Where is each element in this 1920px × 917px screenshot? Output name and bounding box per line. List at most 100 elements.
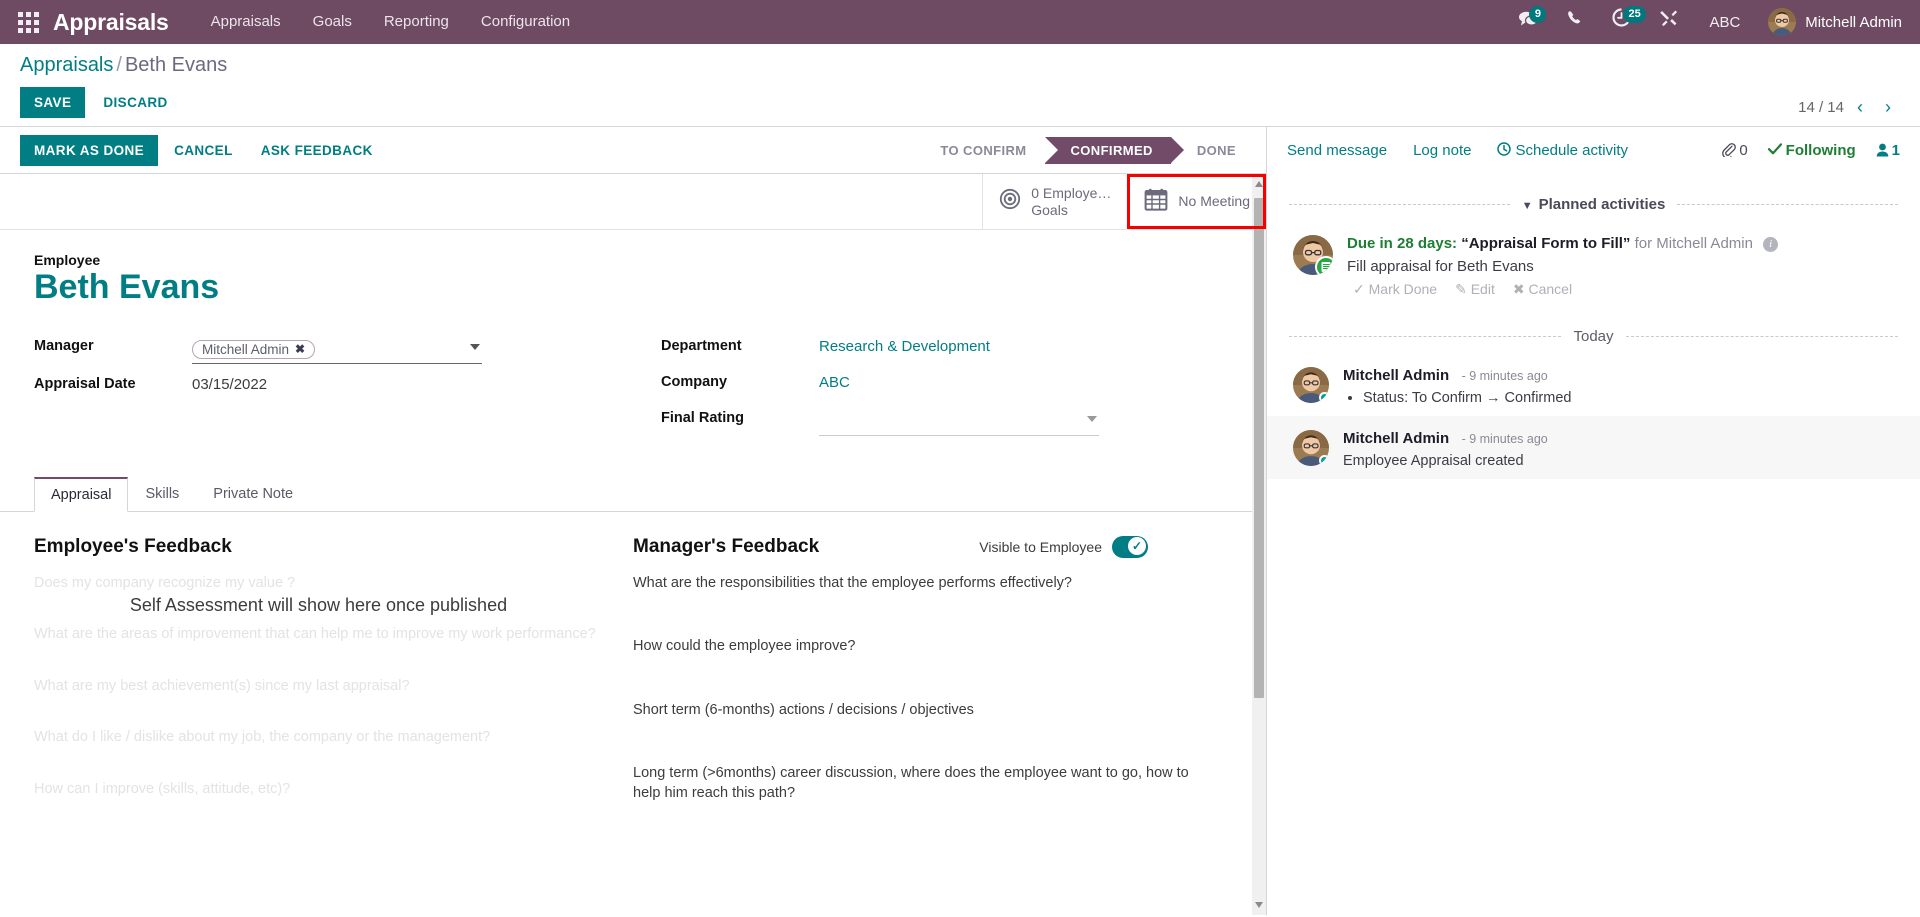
company-switcher[interactable]: ABC (1695, 14, 1754, 31)
activity-body: Due in 28 days: “Appraisal Form to Fill”… (1347, 235, 1898, 298)
chatter-message: Mitchell Admin - 9 minutes ago Employee … (1267, 416, 1920, 479)
form-sheet: 0 Employe… Goals No Meeting Employee Bet… (0, 174, 1266, 848)
workflow-buttons: MARK AS DONE CANCEL ASK FEEDBACK (20, 134, 385, 166)
visible-to-employee-toggle[interactable] (1112, 535, 1148, 558)
tools-wrench-icon[interactable] (1648, 0, 1689, 44)
attachment-count: 0 (1739, 141, 1748, 159)
avatar (1293, 367, 1329, 403)
company-link[interactable]: ABC (819, 374, 850, 391)
menu-appraisals[interactable]: Appraisals (195, 0, 297, 44)
manager-feedback-title: Manager's Feedback (633, 535, 820, 557)
activities-clock-icon[interactable]: 25 (1601, 0, 1646, 44)
menu-reporting[interactable]: Reporting (368, 0, 465, 44)
message-time-value: 9 minutes ago (1469, 432, 1548, 446)
user-icon (1876, 143, 1888, 156)
smart-button-label: 0 Employe… Goals (1031, 185, 1111, 217)
tab-appraisal[interactable]: Appraisal (34, 476, 129, 512)
menu-configuration[interactable]: Configuration (465, 0, 586, 44)
employee-feedback-ghost-1: Does my company recognize my value ? (34, 574, 296, 591)
form-columns: Manager Mitchell Admin ✖ Appraisal Date … (34, 334, 1232, 444)
chevron-down-icon[interactable] (470, 343, 480, 350)
divider-line-right (1625, 336, 1898, 337)
online-status-dot (1319, 455, 1329, 466)
tab-skills[interactable]: Skills (128, 477, 196, 512)
activity-cancel-button[interactable]: ✖ Cancel (1513, 281, 1572, 298)
activity-mark-done-button[interactable]: ✓ Mark Done (1353, 281, 1437, 298)
schedule-activity-button[interactable]: Schedule activity (1497, 142, 1628, 159)
tab-private-note[interactable]: Private Note (196, 477, 310, 512)
field-manager: Manager Mitchell Admin ✖ (34, 334, 633, 364)
final-rating-select[interactable] (819, 410, 1099, 436)
followers-button[interactable]: 1 (1876, 142, 1900, 159)
navbar-right: 9 25 ABC Mitchell Admin (1507, 0, 1902, 44)
manager-question-3[interactable]: Short term (6-months) actions / decision… (633, 701, 1208, 721)
pager-previous-icon[interactable]: ‹ (1848, 96, 1872, 118)
followers-count: 1 (1891, 141, 1900, 159)
discard-button[interactable]: DISCARD (91, 87, 179, 118)
pager-next-icon[interactable]: › (1876, 96, 1900, 118)
breadcrumb-root[interactable]: Appraisals (20, 54, 113, 76)
phone-icon[interactable] (1555, 0, 1595, 44)
stage-to-confirm[interactable]: TO CONFIRM (914, 136, 1045, 164)
schedule-activity-label: Schedule activity (1515, 141, 1629, 159)
department-link[interactable]: Research & Development (819, 338, 990, 355)
manager-input[interactable]: Mitchell Admin ✖ (192, 338, 482, 364)
app-brand[interactable]: Appraisals (53, 9, 169, 36)
edit-label: Edit (1470, 281, 1495, 297)
manager-tag[interactable]: Mitchell Admin ✖ (192, 339, 316, 359)
employee-feedback-title: Employee's Feedback (34, 535, 232, 557)
paperclip-icon (1722, 142, 1737, 159)
message-body-wrap: Mitchell Admin - 9 minutes ago Status: T… (1343, 367, 1571, 406)
save-button[interactable]: SAVE (20, 87, 86, 118)
cancel-button[interactable]: CANCEL (162, 135, 245, 166)
self-assessment-overlay-message: Self Assessment will show here once publ… (129, 594, 508, 615)
pager-count: 14 / 14 (1798, 98, 1844, 116)
appraisal-date-value[interactable]: 03/15/2022 (192, 372, 633, 393)
smart-button-goals-count: 0 Employe… (1031, 185, 1112, 202)
check-icon (1767, 142, 1782, 154)
divider-line-left (1289, 336, 1562, 337)
cancel-label: Cancel (1528, 281, 1573, 297)
planned-activities-toggle[interactable]: ▼ Planned activities (1522, 196, 1666, 213)
info-icon[interactable]: i (1763, 237, 1779, 252)
apps-menu-icon[interactable] (18, 11, 39, 33)
manager-label: Manager (34, 337, 94, 354)
stage-confirmed[interactable]: CONFIRMED (1044, 136, 1185, 164)
following-button[interactable]: Following (1767, 142, 1856, 159)
visible-to-employee-label: Visible to Employee (979, 538, 1102, 555)
manager-question-1[interactable]: What are the responsibilities that the e… (633, 574, 1208, 594)
smart-button-employee-goals[interactable]: 0 Employe… Goals (982, 174, 1127, 229)
form-column-right: Department Research & Development Compan… (633, 334, 1232, 444)
menu-goals[interactable]: Goals (297, 0, 368, 44)
messages-icon[interactable]: 9 (1507, 0, 1549, 44)
main-area: MARK AS DONE CANCEL ASK FEEDBACK TO CONF… (0, 127, 1920, 915)
activity-edit-button[interactable]: ✎ Edit (1455, 281, 1495, 298)
attachments-button[interactable]: 0 (1721, 141, 1748, 159)
mark-as-done-button[interactable]: MARK AS DONE (20, 134, 159, 166)
today-label: Today (1573, 328, 1614, 345)
activity-summary: Fill appraisal for Beth Evans (1347, 258, 1898, 275)
log-note-button[interactable]: Log note (1413, 142, 1471, 159)
manager-question-4[interactable]: Long term (>6months) career discussion, … (633, 764, 1208, 803)
chatter-column: Send message Log note Schedule activity … (1267, 127, 1920, 915)
chevron-down-icon[interactable] (1087, 415, 1097, 422)
user-menu[interactable]: Mitchell Admin (1760, 8, 1902, 36)
visible-to-employee-control: Visible to Employee (979, 535, 1148, 558)
smart-button-goals-text: Goals (1031, 201, 1068, 218)
scroll-down-icon[interactable] (1255, 902, 1263, 908)
chatter: Send message Log note Schedule activity … (1267, 127, 1920, 915)
sheet-scrollbar[interactable] (1252, 174, 1266, 915)
send-message-button[interactable]: Send message (1287, 142, 1387, 159)
field-department: Department Research & Development (661, 334, 1232, 362)
manager-question-2[interactable]: How could the employee improve? (633, 637, 1208, 657)
smart-button-meeting[interactable]: No Meeting (1127, 174, 1266, 229)
remove-tag-icon[interactable]: ✖ (295, 342, 305, 356)
appraisal-date-label: Appraisal Date (34, 375, 136, 392)
form-sheet-column: MARK AS DONE CANCEL ASK FEEDBACK TO CONF… (0, 127, 1267, 915)
ask-feedback-button[interactable]: ASK FEEDBACK (249, 135, 385, 166)
planned-activity-item: Due in 28 days: “Appraisal Form to Fill”… (1267, 213, 1920, 298)
message-timestamp: - 9 minutes ago (1461, 369, 1548, 383)
activity-due: Due in 28 days: (1347, 235, 1458, 252)
scrollbar-thumb[interactable] (1254, 198, 1264, 698)
employee-feedback-ghost-2: What are the areas of improvement that c… (34, 626, 596, 643)
